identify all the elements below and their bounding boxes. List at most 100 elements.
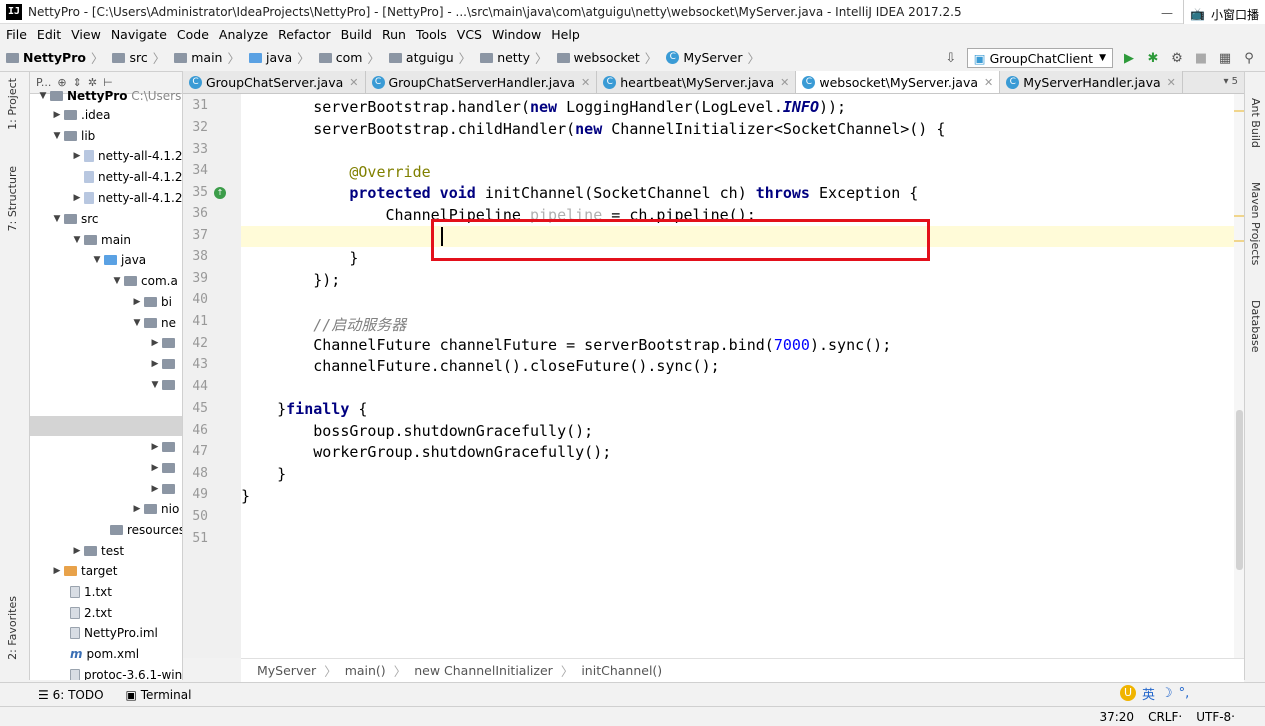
tab-structure-tool[interactable]: 7: Structure <box>6 166 19 231</box>
tab-websocket-myserver[interactable]: Cwebsocket\MyServer.java ✕ <box>796 71 1001 93</box>
nav-crumb-atguigu[interactable]: atguigu 〉 <box>388 48 476 67</box>
code-line-49: } <box>241 487 251 505</box>
nav-crumb-myserver[interactable]: C MyServer 〉 <box>666 48 765 67</box>
tree-node-bio[interactable]: ▶ bi <box>130 292 172 312</box>
tab-favorites-tool[interactable]: 2: Favorites <box>6 596 19 660</box>
tree-node-nio[interactable]: ▶ nio <box>130 499 180 519</box>
tree-node-nettypro[interactable]: ▼ NettyPro C:\Users <box>36 86 182 106</box>
search-icon[interactable]: ⚲ <box>1241 50 1257 66</box>
breadcrumb-class[interactable]: MyServer <box>257 663 316 678</box>
folder-icon <box>64 110 77 120</box>
todo-tool-button[interactable]: ☰ 6: TODO <box>38 688 104 702</box>
ime-language[interactable]: 英 <box>1142 684 1155 703</box>
nav-crumb-project[interactable]: NettyPro 〉 <box>6 48 108 67</box>
tree-node-package[interactable]: ▼ <box>148 375 179 395</box>
chevron-right-icon: ▶ <box>73 546 81 556</box>
tree-node-package[interactable]: ▶ <box>148 479 179 499</box>
tree-node-file[interactable]: protoc-3.6.1-win <box>70 665 182 680</box>
menu-bar: File Edit View Navigate Code Analyze Ref… <box>0 24 1265 44</box>
nav-crumb-com[interactable]: com 〉 <box>318 48 385 67</box>
code-editor[interactable]: serverBootstrap.handler(new LoggingHandl… <box>241 94 1244 658</box>
tabs-overflow-button[interactable]: ▾ 5 <box>1223 76 1238 87</box>
tree-node-main[interactable]: ▼ main <box>70 230 131 250</box>
menu-analyze[interactable]: Analyze <box>219 27 268 42</box>
tree-node-lib[interactable]: ▼ lib <box>50 126 96 146</box>
tree-node-package[interactable]: ▶ <box>148 333 179 353</box>
menu-window[interactable]: Window <box>492 27 541 42</box>
menu-file[interactable]: File <box>6 27 27 42</box>
sort-icon[interactable]: ⇩ <box>943 50 959 66</box>
nav-crumb-java[interactable]: java 〉 <box>248 48 315 67</box>
tree-node-jar[interactable]: netty-all-4.1.2 <box>84 167 182 187</box>
tree-node-package[interactable]: ▶ <box>148 437 179 457</box>
tree-node-file[interactable]: 1.txt <box>70 582 112 602</box>
ime-toolbar[interactable]: U 英 ☽ °, <box>1120 682 1189 704</box>
tab-maven-projects[interactable]: Maven Projects <box>1249 182 1262 265</box>
tab-heartbeat-myserver[interactable]: Cheartbeat\MyServer.java ✕ <box>597 71 797 93</box>
tree-node-resources[interactable]: resources <box>110 520 182 540</box>
stop-icon[interactable]: ■ <box>1193 50 1209 66</box>
close-icon[interactable]: ✕ <box>1167 76 1176 89</box>
editor-scrollbar[interactable] <box>1234 94 1244 658</box>
menu-edit[interactable]: Edit <box>37 27 61 42</box>
tree-node-target[interactable]: ▶ target <box>50 561 118 581</box>
error-stripe-marker[interactable] <box>1234 215 1244 217</box>
override-marker-icon[interactable]: ↑ <box>214 187 226 199</box>
tab-database[interactable]: Database <box>1249 300 1262 353</box>
tree-node-package[interactable]: ▶ <box>148 354 179 374</box>
coverage-icon[interactable]: ⚙ <box>1169 50 1185 66</box>
breadcrumb-current[interactable]: initChannel() <box>581 663 662 678</box>
tree-node-java[interactable]: ▼ java <box>90 250 147 270</box>
code-line-47: workerGroup.shutdownGracefully(); <box>241 443 612 461</box>
file-encoding[interactable]: UTF-8‧ <box>1196 710 1235 724</box>
minimize-icon[interactable]: — <box>1161 6 1173 20</box>
nav-crumb-netty[interactable]: netty 〉 <box>480 48 552 67</box>
tree-node-idea[interactable]: ▶ .idea <box>50 105 111 125</box>
tree-node-file[interactable]: m pom.xml <box>70 644 139 664</box>
tab-project-tool[interactable]: 1: Project <box>6 78 19 130</box>
menu-refactor[interactable]: Refactor <box>278 27 330 42</box>
nav-crumb-src[interactable]: src 〉 <box>112 48 170 67</box>
menu-run[interactable]: Run <box>382 27 406 42</box>
tree-node-jar[interactable]: ▶ netty-all-4.1.2 <box>70 188 182 208</box>
terminal-tool-button[interactable]: ▣ Terminal <box>126 688 192 702</box>
menu-help[interactable]: Help <box>551 27 580 42</box>
chevron-down-icon: ▼ <box>133 318 141 328</box>
breadcrumb-method[interactable]: main() <box>345 663 386 678</box>
tree-node-package[interactable]: ▶ <box>148 458 179 478</box>
caret-position[interactable]: 37:20 <box>1099 710 1134 724</box>
text-file-icon <box>70 586 80 598</box>
error-stripe-marker[interactable] <box>1234 110 1244 112</box>
debug-icon[interactable]: ✱ <box>1145 50 1161 66</box>
tab-ant-build[interactable]: Ant Build <box>1249 98 1262 148</box>
menu-build[interactable]: Build <box>341 27 372 42</box>
tab-groupchatserver[interactable]: C GroupChatServer.java ✕ <box>183 71 366 93</box>
tab-groupchatserverhandler[interactable]: C GroupChatServerHandler.java ✕ <box>365 71 598 93</box>
line-separator[interactable]: CRLF‧ <box>1148 710 1182 724</box>
close-icon[interactable]: ✕ <box>349 76 358 89</box>
tree-node-file[interactable]: 2.txt <box>70 603 112 623</box>
menu-vcs[interactable]: VCS <box>457 27 482 42</box>
project-structure-icon[interactable]: ▦ <box>1217 50 1233 66</box>
error-stripe-marker[interactable] <box>1234 240 1244 242</box>
run-icon[interactable]: ▶ <box>1121 50 1137 66</box>
tree-node-jar[interactable]: ▶ netty-all-4.1.2 <box>70 146 182 166</box>
breadcrumb-anonymous[interactable]: new ChannelInitializer <box>414 663 553 678</box>
nav-crumb-main[interactable]: main 〉 <box>174 48 245 67</box>
menu-view[interactable]: View <box>71 27 101 42</box>
tree-node-file[interactable]: NettyPro.iml <box>70 623 158 643</box>
tab-myserverhandler[interactable]: C MyServerHandler.java ✕ <box>1000 71 1183 93</box>
close-icon[interactable]: ✕ <box>581 76 590 89</box>
tree-node-test[interactable]: ▶ test <box>70 541 125 561</box>
close-icon[interactable]: ✕ <box>984 76 993 89</box>
menu-navigate[interactable]: Navigate <box>111 27 167 42</box>
run-configuration-select[interactable]: ▣ GroupChatClient ▼ <box>966 48 1113 68</box>
menu-tools[interactable]: Tools <box>416 27 447 42</box>
scrollbar-thumb[interactable] <box>1236 410 1243 570</box>
tree-node-netty[interactable]: ▼ ne <box>130 313 176 333</box>
close-icon[interactable]: ✕ <box>780 76 789 89</box>
tree-node-src[interactable]: ▼ src <box>50 209 99 229</box>
tree-node-com[interactable]: ▼ com.a <box>110 271 178 291</box>
nav-crumb-websocket[interactable]: websocket 〉 <box>556 48 663 67</box>
menu-code[interactable]: Code <box>177 27 209 42</box>
